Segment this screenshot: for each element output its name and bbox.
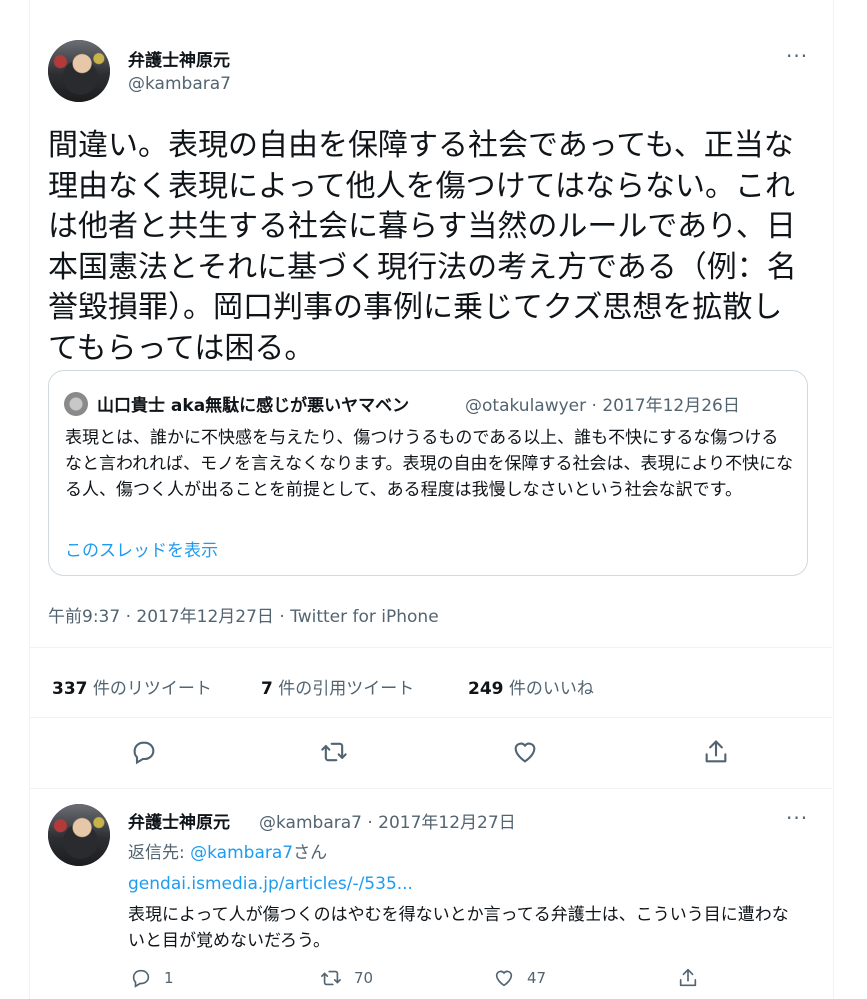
like-action[interactable]: 47 [493,966,546,990]
reply-author-meta[interactable]: @kambara7 · 2017年12月27日 [259,808,516,833]
author-avatar[interactable] [48,40,110,102]
replying-to: 返信先: @kambara7さん [128,843,328,863]
reply-icon[interactable] [130,738,158,766]
more-options-icon[interactable]: ··· [786,44,808,68]
reply-count: 1 [164,969,174,987]
reply-to-handle-link[interactable]: @kambara7 [190,843,293,863]
like-count: 47 [527,969,547,987]
author-name[interactable]: 弁護士神原元 [128,46,230,71]
reply-action[interactable]: 1 [130,966,174,990]
share-icon[interactable] [702,738,730,766]
reply-tweet-text: 表現によって人が傷つくのはやむを得ないとか言ってる弁護士は、こういう目に遭わない… [128,905,789,951]
quoted-author-meta: @otakulawyer · 2017年12月26日 [465,396,740,416]
divider [29,788,832,789]
quoted-tweet-text: 表現とは、誰かに不快感を与えたり、傷つけうるものである以上、誰も不快にするな傷つ… [65,428,794,500]
quoted-author-name: 山口貴士 aka無駄に感じが悪いヤマベン [97,396,410,416]
likes-stat[interactable]: 249 件のいいね [468,674,594,699]
reply-author-name[interactable]: 弁護士神原元 [128,808,230,833]
share-icon [679,968,697,987]
reply-author-avatar[interactable] [48,804,110,866]
tweet-timestamp[interactable]: 午前9:37 · 2017年12月27日 · Twitter for iPhon… [48,602,439,627]
retweets-stat[interactable]: 337 件のリツイート [52,674,212,699]
author-handle[interactable]: @kambara7 [128,74,231,94]
quoted-tweet[interactable]: 山口貴士 aka無駄に感じが悪いヤマベン @otakulawyer · 2017… [48,370,808,576]
share-action[interactable] [677,966,699,990]
quoted-author-avatar [64,392,88,416]
tweet-text: 間違い。表現の自由を保障する社会であっても、正当な理由なく表現によって他人を傷つ… [48,128,797,366]
retweet-icon[interactable] [320,738,348,766]
retweet-action[interactable]: 70 [320,966,373,990]
reply-icon [132,969,150,988]
article-link[interactable]: gendai.ismedia.jp/articles/-/535... [128,874,413,894]
retweet-count: 70 [354,969,374,987]
quotes-stat[interactable]: 7 件の引用ツイート [261,674,414,699]
retweet-icon [321,970,341,986]
more-options-icon[interactable]: ··· [786,806,808,830]
divider [29,717,832,718]
show-thread-link[interactable]: このスレッドを表示 [65,536,218,561]
like-icon [495,970,513,987]
like-icon[interactable] [511,738,539,766]
divider [29,647,832,648]
